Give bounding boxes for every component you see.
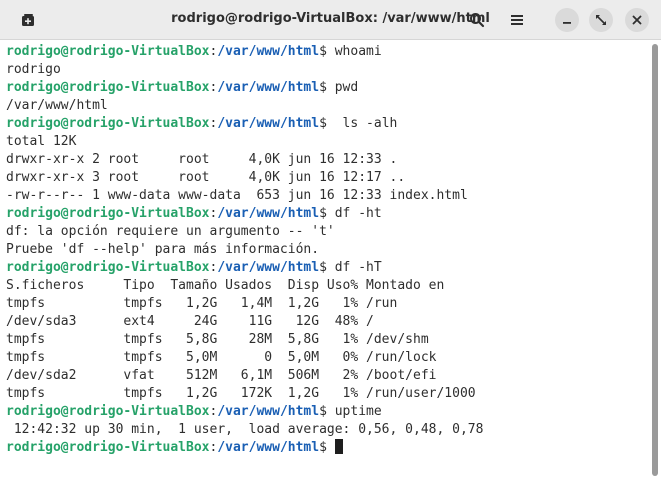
output-line: rodrigo (6, 62, 61, 77)
command-text: whoami (326, 44, 382, 59)
output-line: tmpfs tmpfs 5,0M 0 5,0M 0% /run/lock (6, 350, 437, 365)
output-line: total 12K (6, 134, 77, 149)
output-line: /dev/sda3 ext4 24G 11G 12G 48% / (6, 314, 374, 329)
prompt-path: /var/www/html (217, 44, 320, 59)
prompt-symbol: $ (319, 440, 327, 455)
output-line: /dev/sda2 vfat 512M 6,1M 506M 2% /boot/e… (6, 368, 437, 383)
prompt-user: rodrigo@rodrigo-VirtualBox (6, 80, 210, 95)
prompt-path: /var/www/html (217, 206, 320, 221)
maximize-button[interactable] (589, 8, 613, 32)
output-line: Pruebe 'df --help' para más información. (6, 242, 320, 257)
output-line: tmpfs tmpfs 1,2G 172K 1,2G 1% /run/user/… (6, 386, 476, 401)
output-line: df: la opción requiere un argumento -- '… (6, 224, 335, 239)
prompt-line: rodrigo@rodrigo-VirtualBox:/var/www/html… (6, 205, 483, 223)
command-text: df -ht (326, 206, 382, 221)
prompt-symbol: $ (319, 206, 327, 221)
hamburger-menu-icon (511, 15, 523, 25)
text-cursor (334, 439, 343, 454)
prompt-symbol: $ (319, 404, 327, 419)
prompt-symbol: $ (319, 80, 327, 95)
command-text: ls -alh (326, 116, 398, 131)
command-text: df -hT (326, 260, 382, 275)
prompt-user: rodrigo@rodrigo-VirtualBox (6, 404, 210, 419)
prompt-line: rodrigo@rodrigo-VirtualBox:/var/www/html… (6, 43, 483, 61)
output-line: tmpfs tmpfs 5,8G 28M 5,8G 1% /dev/shm (6, 332, 429, 347)
new-tab-icon (22, 14, 34, 26)
main-menu-button[interactable] (503, 6, 531, 34)
output-line: drwxr-xr-x 3 root root 4,0K jun 16 12:17… (6, 170, 406, 185)
command-text (327, 440, 335, 455)
prompt-symbol: $ (319, 116, 327, 131)
prompt-path: /var/www/html (217, 404, 320, 419)
prompt-user: rodrigo@rodrigo-VirtualBox (6, 44, 210, 59)
output-line: 12:42:32 up 30 min, 1 user, load average… (6, 422, 484, 437)
scrollbar[interactable] (652, 44, 658, 476)
output-line: S.ficheros Tipo Tamaño Usados Disp Uso% … (6, 278, 445, 293)
prompt-path: /var/www/html (217, 116, 320, 131)
output-line: drwxr-xr-x 2 root root 4,0K jun 16 12:33… (6, 152, 398, 167)
minimize-icon (563, 22, 571, 24)
prompt-line: rodrigo@rodrigo-VirtualBox:/var/www/html… (6, 439, 483, 457)
prompt-line: rodrigo@rodrigo-VirtualBox:/var/www/html… (6, 403, 483, 421)
prompt-user: rodrigo@rodrigo-VirtualBox (6, 260, 210, 275)
terminal-window: rodrigo@rodrigo-VirtualBox: /var/www/htm… (0, 0, 661, 483)
prompt-line: rodrigo@rodrigo-VirtualBox:/var/www/html… (6, 115, 483, 133)
prompt-line: rodrigo@rodrigo-VirtualBox:/var/www/html… (6, 259, 483, 277)
prompt-symbol: $ (319, 44, 327, 59)
new-tab-button[interactable] (14, 6, 42, 34)
terminal-content[interactable]: rodrigo@rodrigo-VirtualBox:/var/www/html… (0, 40, 661, 483)
close-button[interactable] (625, 8, 649, 32)
title-bar[interactable]: rodrigo@rodrigo-VirtualBox: /var/www/htm… (0, 0, 661, 40)
command-text: pwd (326, 80, 359, 95)
prompt-line: rodrigo@rodrigo-VirtualBox:/var/www/html… (6, 79, 483, 97)
close-icon (632, 15, 642, 25)
prompt-user: rodrigo@rodrigo-VirtualBox (6, 206, 210, 221)
prompt-user: rodrigo@rodrigo-VirtualBox (6, 440, 210, 455)
search-button[interactable] (463, 6, 491, 34)
command-text: uptime (326, 404, 382, 419)
output-line: tmpfs tmpfs 1,2G 1,4M 1,2G 1% /run (6, 296, 398, 311)
terminal-lines: rodrigo@rodrigo-VirtualBox:/var/www/html… (6, 43, 483, 457)
search-icon (470, 13, 485, 28)
prompt-user: rodrigo@rodrigo-VirtualBox (6, 116, 210, 131)
output-line: /var/www/html (6, 98, 108, 113)
prompt-path: /var/www/html (217, 440, 320, 455)
prompt-symbol: $ (319, 260, 327, 275)
prompt-path: /var/www/html (217, 80, 320, 95)
prompt-path: /var/www/html (217, 260, 320, 275)
output-line: -rw-r--r-- 1 www-data www-data 653 jun 1… (6, 188, 468, 203)
minimize-button[interactable] (555, 8, 579, 32)
maximize-icon (596, 15, 606, 25)
